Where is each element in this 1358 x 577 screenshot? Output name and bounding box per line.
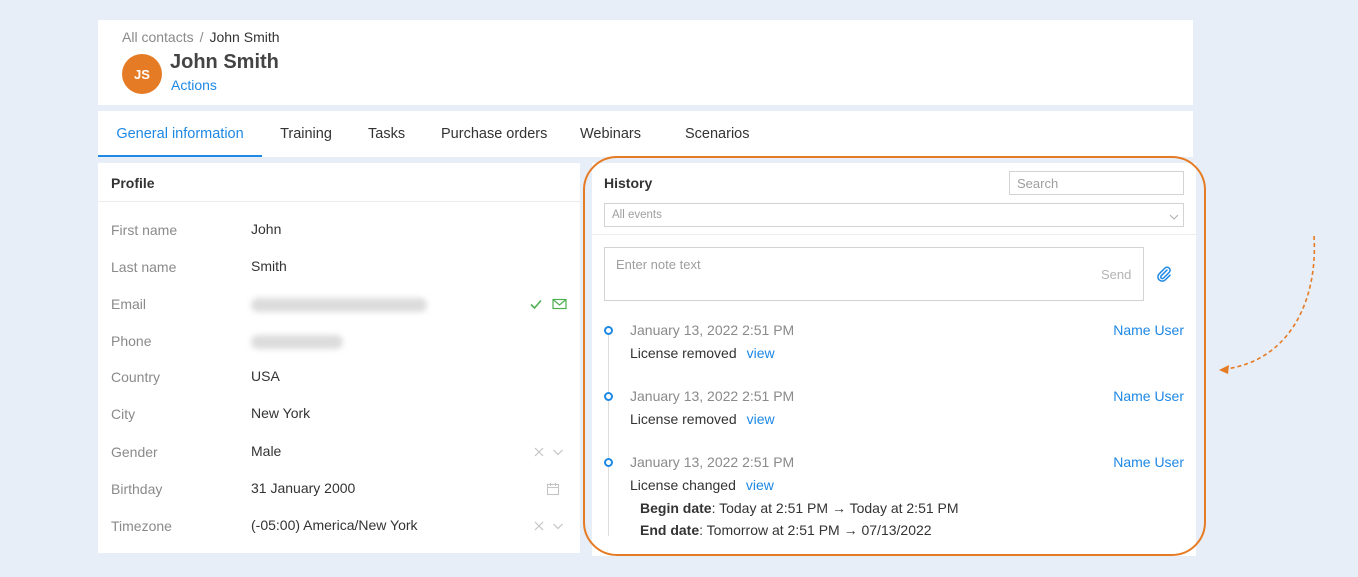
- clear-icon[interactable]: [533, 519, 545, 537]
- event-filter-select[interactable]: All events: [604, 203, 1184, 227]
- paperclip-icon[interactable]: [1156, 265, 1172, 288]
- chevron-down-icon[interactable]: [552, 445, 564, 463]
- event-description: License removed view: [630, 411, 775, 427]
- event-description: License removed view: [630, 345, 775, 361]
- send-button[interactable]: Send: [1101, 267, 1131, 282]
- view-link[interactable]: view: [747, 345, 775, 361]
- profile-row-email[interactable]: Email: [98, 293, 580, 317]
- timeline-dot-icon: [604, 458, 613, 467]
- chevron-down-icon: [1168, 210, 1180, 228]
- event-description-text: License removed: [630, 411, 737, 427]
- breadcrumb-current: John Smith: [209, 29, 280, 45]
- profile-row-phone[interactable]: Phone: [98, 330, 580, 354]
- contact-header: All contacts / John Smith JS John Smith Ac…: [98, 20, 1193, 105]
- country-value[interactable]: USA: [251, 368, 280, 384]
- chevron-down-icon[interactable]: [552, 519, 564, 537]
- field-label: Timezone: [111, 518, 172, 534]
- tab-general-information[interactable]: General information: [98, 111, 262, 157]
- event-date: January 13, 2022 2:51 PM: [630, 388, 795, 404]
- tab-scenarios[interactable]: Scenarios: [685, 111, 749, 157]
- profile-row-last-name[interactable]: Last name Smith: [98, 256, 580, 280]
- first-name-value[interactable]: John: [251, 221, 281, 237]
- view-link[interactable]: view: [747, 411, 775, 427]
- detail-value: : Today at 2:51 PM → Today at 2:51 PM: [711, 500, 959, 516]
- field-label: Email: [111, 296, 147, 312]
- divider: [98, 201, 580, 202]
- city-value[interactable]: New York: [251, 405, 310, 421]
- clear-icon[interactable]: [533, 445, 545, 463]
- breadcrumb-all-contacts[interactable]: All contacts: [122, 29, 194, 45]
- note-placeholder: Enter note text: [616, 257, 701, 272]
- page-title: John Smith: [170, 51, 279, 73]
- calendar-icon[interactable]: [546, 482, 560, 501]
- history-panel: History All events Enter note text Send …: [592, 163, 1196, 556]
- breadcrumb: All contacts / John Smith: [122, 29, 280, 45]
- profile-row-first-name[interactable]: First name John: [98, 219, 580, 243]
- actions-link[interactable]: Actions: [171, 77, 217, 93]
- event-detail-end-date: End date: Tomorrow at 2:51 PM → 07/13/20…: [640, 522, 932, 538]
- field-label: Country: [111, 369, 161, 385]
- timeline-dot-icon: [604, 326, 613, 335]
- tab-tasks[interactable]: Tasks: [368, 111, 405, 157]
- breadcrumb-separator: /: [199, 29, 204, 45]
- detail-key: Begin date: [640, 500, 712, 516]
- event-date: January 13, 2022 2:51 PM: [630, 454, 795, 470]
- tab-bar: General information Training Tasks Purch…: [98, 111, 1193, 157]
- view-link[interactable]: view: [746, 477, 774, 493]
- tab-webinars[interactable]: Webinars: [580, 111, 641, 157]
- field-label: Last name: [111, 259, 177, 275]
- history-title: History: [604, 175, 653, 191]
- gender-value[interactable]: Male: [251, 443, 281, 459]
- profile-row-timezone[interactable]: Timezone (-05:00) America/New York: [98, 515, 580, 539]
- detail-key: End date: [640, 522, 700, 538]
- event-user-link[interactable]: Name User: [1113, 454, 1184, 470]
- avatar: JS: [122, 54, 162, 94]
- field-label: First name: [111, 222, 178, 238]
- detail-value: : Tomorrow at 2:51 PM → 07/13/2022: [699, 522, 932, 538]
- profile-row-gender[interactable]: Gender Male: [98, 441, 580, 465]
- divider: [592, 234, 1196, 235]
- profile-title: Profile: [111, 175, 155, 191]
- field-label: City: [111, 406, 136, 422]
- timeline-dot-icon: [604, 392, 613, 401]
- event-description-text: License removed: [630, 345, 737, 361]
- event-user-link[interactable]: Name User: [1113, 322, 1184, 338]
- event-detail-begin-date: Begin date: Today at 2:51 PM → Today at …: [640, 500, 959, 516]
- field-label: Gender: [111, 444, 158, 460]
- event-description-text: License changed: [630, 477, 736, 493]
- tab-training[interactable]: Training: [278, 111, 334, 157]
- profile-panel: Profile First name John Last name Smith …: [98, 163, 580, 553]
- email-value-redacted[interactable]: [251, 298, 427, 312]
- event-user-link[interactable]: Name User: [1113, 388, 1184, 404]
- profile-row-birthday[interactable]: Birthday 31 January 2000: [98, 478, 580, 502]
- history-search-input[interactable]: [1009, 171, 1184, 195]
- timezone-value[interactable]: (-05:00) America/New York: [251, 517, 418, 533]
- birthday-value[interactable]: 31 January 2000: [251, 480, 355, 496]
- verified-check-icon: [529, 297, 543, 316]
- annotation-arrow-icon: [1219, 235, 1316, 374]
- send-email-icon[interactable]: [552, 297, 567, 316]
- event-filter-value: All events: [612, 209, 662, 221]
- tab-purchase-orders[interactable]: Purchase orders: [441, 111, 547, 157]
- timeline-line: [608, 334, 609, 536]
- field-label: Birthday: [111, 481, 163, 497]
- event-date: January 13, 2022 2:51 PM: [630, 322, 795, 338]
- note-input[interactable]: Enter note text Send: [604, 247, 1144, 301]
- profile-row-country[interactable]: Country USA: [98, 366, 580, 390]
- last-name-value[interactable]: Smith: [251, 258, 287, 274]
- profile-row-city[interactable]: City New York: [98, 403, 580, 427]
- event-description: License changed view: [630, 477, 774, 493]
- field-label: Phone: [111, 333, 152, 349]
- phone-value-redacted[interactable]: [251, 335, 343, 349]
